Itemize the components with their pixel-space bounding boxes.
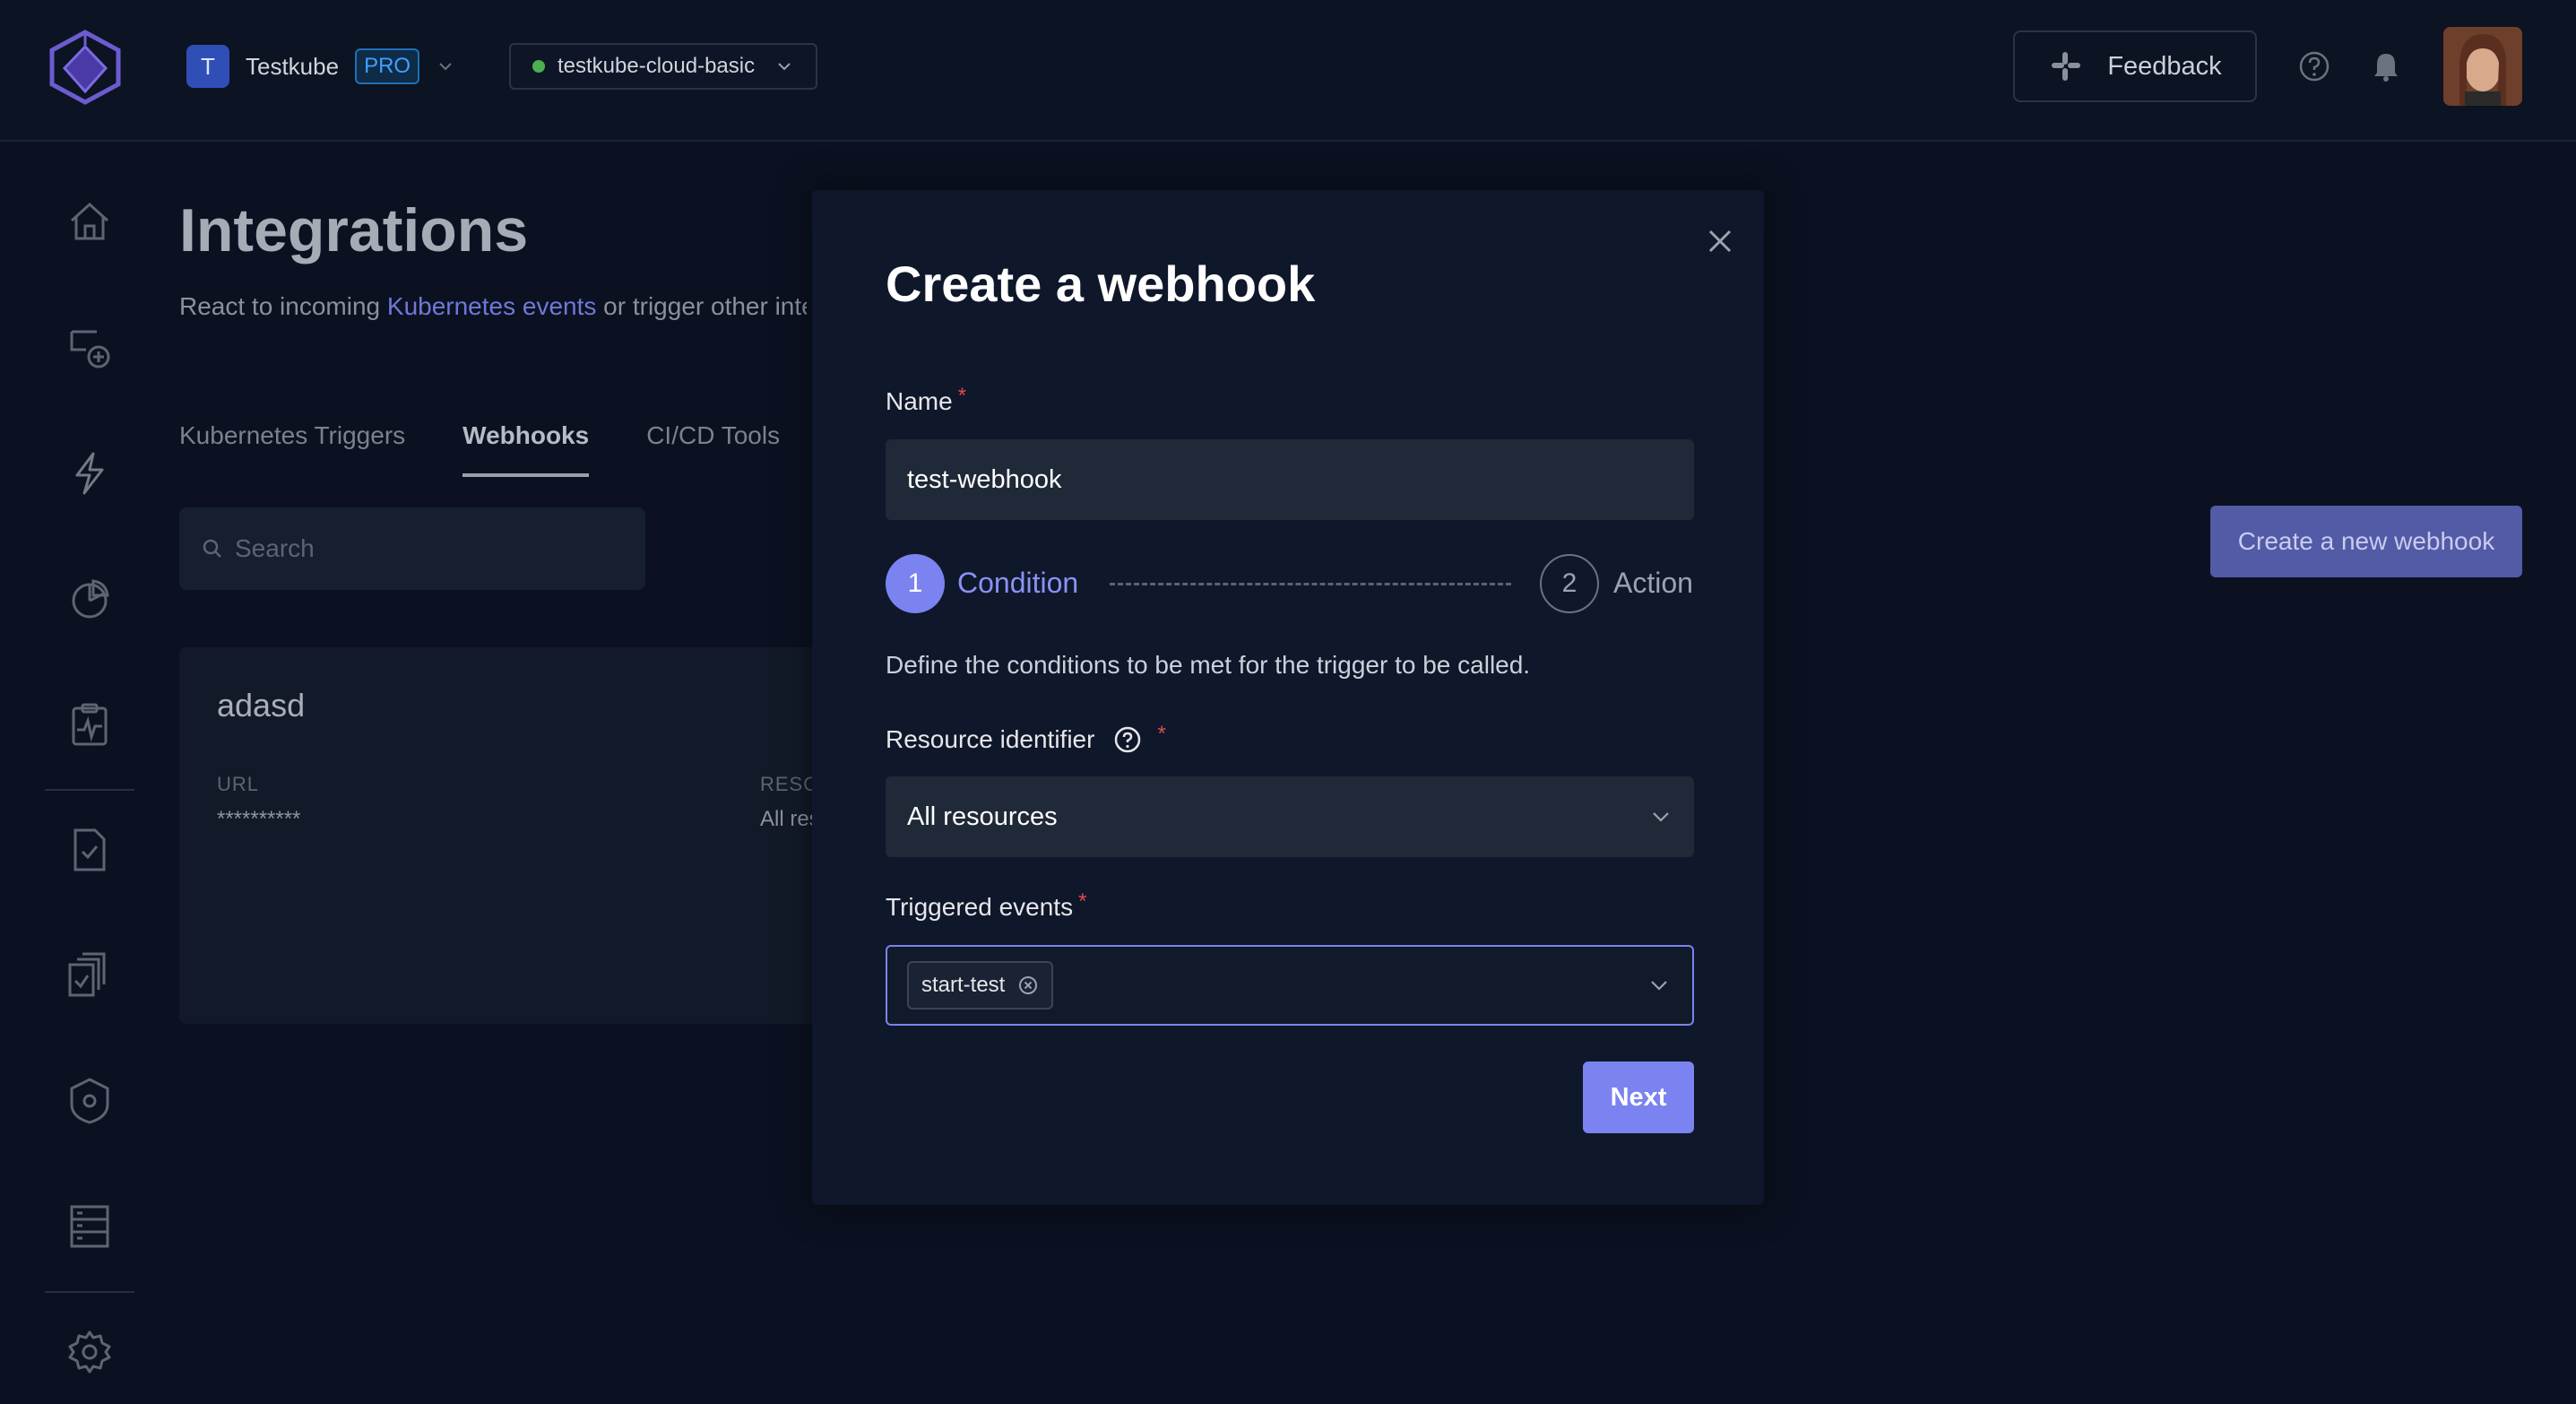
environment-switcher[interactable]: testkube-cloud-basic: [509, 43, 817, 90]
feedback-label: Feedback: [2107, 51, 2222, 81]
name-label-text: Name: [886, 387, 953, 415]
help-icon[interactable]: [1112, 724, 1143, 755]
stepper: 1 Condition 2 Action: [886, 554, 1694, 613]
feedback-button[interactable]: Feedback: [2013, 30, 2257, 102]
resource-identifier-select[interactable]: All resources: [886, 776, 1694, 857]
step-connector: [1110, 583, 1511, 585]
resource-identifier-value: All resources: [907, 802, 1058, 831]
environment-name: testkube-cloud-basic: [558, 54, 756, 78]
create-webhook-button[interactable]: Create a new webhook: [2210, 506, 2522, 577]
page-description: React to incoming Kubernetes events or t…: [179, 292, 807, 321]
url-label: URL: [217, 773, 260, 795]
chevron-down-icon: [439, 63, 452, 71]
org-avatar: T: [186, 45, 229, 88]
required-marker: *: [957, 384, 967, 408]
triggered-events-label-text: Triggered events: [886, 893, 1074, 921]
org-switcher[interactable]: T Testkube PRO: [186, 45, 455, 88]
help-icon[interactable]: [2296, 48, 2332, 84]
org-name: Testkube: [246, 52, 340, 80]
required-marker: *: [1078, 889, 1087, 914]
webhook-name: adasd: [217, 687, 306, 724]
triggered-events-select[interactable]: start-test: [886, 945, 1694, 1026]
user-avatar[interactable]: [2443, 27, 2522, 106]
tab-cicd-tools[interactable]: CI/CD Tools: [646, 421, 780, 477]
bell-icon[interactable]: [2368, 48, 2404, 84]
resource-label: RESO: [760, 773, 820, 795]
webhook-card[interactable]: adasd URL ********** RESO All res: [179, 647, 825, 1024]
page-description-prefix: React to incoming: [179, 292, 387, 320]
chevron-down-icon: [1651, 981, 1667, 991]
create-webhook-modal: Create a webhook Name * test-webhook 1 Co…: [812, 190, 1764, 1205]
slack-icon: [2052, 52, 2081, 81]
triggered-events-label: Triggered events *: [886, 889, 1086, 922]
step-1-indicator[interactable]: 1: [886, 554, 945, 613]
step-description: Define the conditions to be met for the …: [886, 651, 1531, 679]
modal-title: Create a webhook: [886, 256, 1316, 312]
resource-identifier-label: Resource identifier *: [886, 722, 1166, 755]
kubernetes-events-link[interactable]: Kubernetes events: [387, 292, 597, 320]
name-input-value: test-webhook: [907, 464, 1062, 494]
chevron-down-icon: [778, 63, 791, 71]
page-description-suffix: or trigger other inte: [596, 292, 807, 320]
chevron-down-icon: [1653, 812, 1669, 822]
url-value: **********: [217, 807, 301, 831]
close-icon[interactable]: [1699, 221, 1741, 262]
step-2-indicator[interactable]: 2: [1540, 554, 1599, 613]
environment-status-dot: [532, 60, 545, 73]
search-icon: [203, 539, 221, 558]
name-label: Name *: [886, 384, 967, 416]
event-tag-label: start-test: [921, 973, 1006, 997]
plan-badge: PRO: [355, 48, 420, 84]
resource-identifier-label-text: Resource identifier: [886, 725, 1095, 753]
tab-webhooks[interactable]: Webhooks: [462, 421, 590, 477]
required-marker: *: [1157, 722, 1166, 746]
event-tag: start-test: [907, 961, 1054, 1010]
testkube-logo-icon[interactable]: [48, 29, 122, 106]
search-input[interactable]: Search: [179, 507, 645, 590]
remove-tag-icon[interactable]: [1017, 975, 1039, 996]
resource-value: All res: [760, 807, 820, 831]
page-title: Integrations: [179, 196, 529, 264]
search-placeholder: Search: [235, 534, 315, 562]
next-button[interactable]: Next: [1583, 1062, 1694, 1133]
integration-tabs: Kubernetes Triggers Webhooks CI/CD Tools: [179, 421, 780, 477]
step-2-label[interactable]: Action: [1613, 567, 1693, 600]
tab-kubernetes-triggers[interactable]: Kubernetes Triggers: [179, 421, 405, 477]
name-input[interactable]: test-webhook: [886, 439, 1694, 520]
top-bar: T Testkube PRO testkube-cloud-basic Feed…: [0, 0, 2576, 142]
step-1-label[interactable]: Condition: [957, 567, 1078, 600]
